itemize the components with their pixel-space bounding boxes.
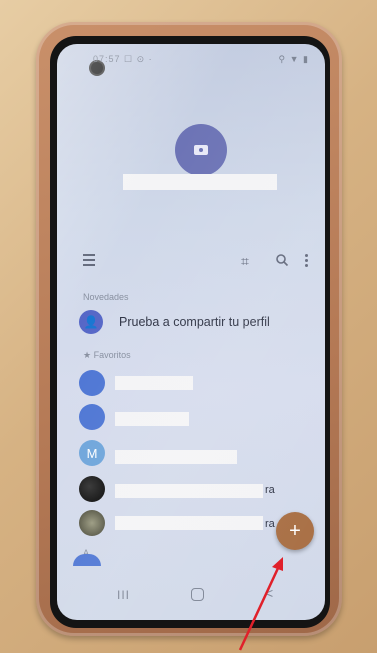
red-arrow-annotation (238, 557, 283, 651)
